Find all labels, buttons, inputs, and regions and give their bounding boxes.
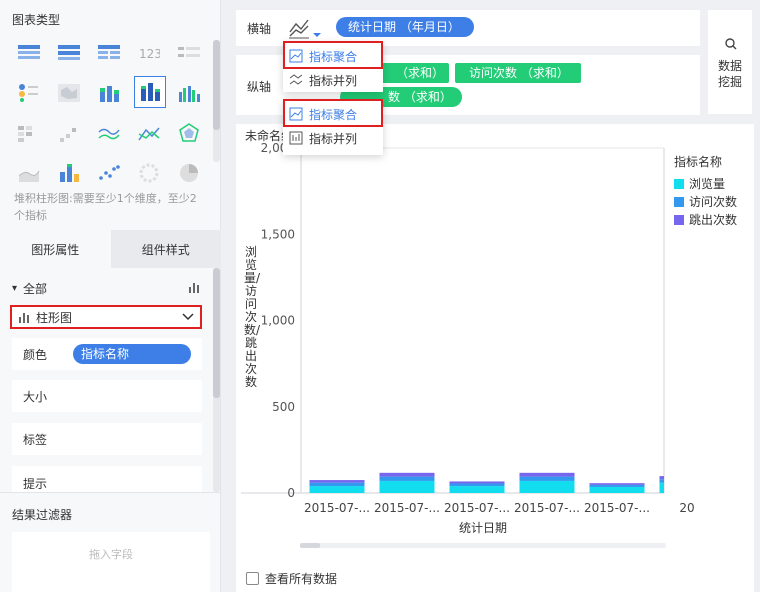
pie-icon[interactable] <box>174 158 204 188</box>
y-field-pill-1[interactable]: （求和） <box>382 63 449 83</box>
dot-list-icon[interactable] <box>14 78 44 108</box>
legend-label: 访问次数 <box>689 195 738 209</box>
tab-graphic-properties[interactable]: 图形属性 <box>0 230 111 268</box>
step-bar-icon[interactable] <box>54 118 84 148</box>
left-panel: 图表类型 123 堆积柱形图:需要至少1个维度，至少2个指标 图形属性 组件样式… <box>0 0 221 592</box>
legend-swatch <box>674 196 684 207</box>
filter-drop-zone[interactable]: 拖入字段 <box>12 532 210 592</box>
x-field-pill[interactable]: 统计日期 （年月日） <box>336 17 474 37</box>
x-aggregate-dropdown: 指标聚合 指标并列 <box>283 42 383 92</box>
x-option-parallel-label: 指标并列 <box>309 73 358 88</box>
tab-component-style[interactable]: 组件样式 <box>110 230 221 268</box>
bar-chart-small-icon[interactable] <box>188 281 200 296</box>
aggregate-toggle-x[interactable] <box>288 16 322 43</box>
scatter-icon[interactable] <box>94 158 124 188</box>
data-mining-panel[interactable]: 数据挖掘 <box>708 10 752 114</box>
cross-table-icon[interactable] <box>94 38 124 68</box>
prop-tooltip-label: 提示 <box>23 477 48 491</box>
prop-color-label: 颜色 <box>23 347 48 362</box>
result-filter-title: 结果过滤器 <box>12 508 73 522</box>
chevron-down-icon <box>182 310 194 325</box>
all-label: 全部 <box>23 281 48 296</box>
chart-type-scrollbar[interactable] <box>213 40 220 162</box>
legend-label: 跳出次数 <box>689 213 738 227</box>
prop-color[interactable]: 颜色 指标名称 <box>12 338 202 370</box>
legend-swatch <box>674 178 684 189</box>
drop-placeholder: 拖入字段 <box>89 548 133 561</box>
text-list-icon[interactable] <box>174 38 204 68</box>
zoom-icon <box>725 38 737 53</box>
combo-bar-icon[interactable] <box>54 158 84 188</box>
stacked-bar-small-icon[interactable] <box>94 78 124 108</box>
data-mining-label: 数据挖掘 <box>718 59 743 89</box>
property-scrollbar[interactable] <box>213 268 220 492</box>
y-axis-label: 纵轴 <box>247 80 272 94</box>
stacked-bar-icon[interactable] <box>134 76 166 108</box>
parallel-bars-icon <box>289 131 303 145</box>
chart-select-label: 柱形图 <box>36 310 73 325</box>
radar-icon[interactable] <box>174 118 204 148</box>
map-icon[interactable] <box>54 78 84 108</box>
legend-item[interactable]: 浏览量 <box>674 175 725 192</box>
bubble-icon[interactable] <box>134 158 164 188</box>
all-row[interactable]: ▾ 全部 <box>12 278 204 298</box>
multi-bar-icon[interactable] <box>174 78 204 108</box>
prop-size-label: 大小 <box>23 389 48 404</box>
y-option-parallel-label: 指标并列 <box>309 131 358 146</box>
x-option-aggregate-label: 指标聚合 <box>309 49 358 64</box>
legend-label: 浏览量 <box>689 177 726 191</box>
line-icon[interactable] <box>94 118 124 148</box>
legend-title: 指标名称 <box>674 155 723 169</box>
legend-swatch <box>674 214 684 225</box>
prop-size[interactable]: 大小 <box>12 380 202 412</box>
chart-type-select[interactable]: 柱形图 <box>10 305 202 329</box>
area-icon[interactable] <box>14 158 44 188</box>
y-option-aggregate[interactable]: 指标聚合 <box>283 102 383 126</box>
aggregate-icon <box>289 49 303 63</box>
number-icon[interactable]: 123 <box>134 38 164 68</box>
property-tabs: 图形属性 组件样式 <box>0 230 221 268</box>
y-option-aggregate-label: 指标聚合 <box>309 107 358 122</box>
chart-type-title: 图表类型 <box>12 13 61 27</box>
show-all-label: 查看所有数据 <box>265 572 338 586</box>
y-option-parallel[interactable]: 指标并列 <box>283 126 383 150</box>
caret-down-icon: ▾ <box>12 282 18 294</box>
table-icon[interactable] <box>14 38 44 68</box>
y-field-pill-2[interactable]: 访问次数 （求和） <box>455 63 581 83</box>
svg-text:123: 123 <box>139 47 160 61</box>
prop-label[interactable]: 标签 <box>12 423 202 455</box>
line-chart-mode-icon <box>289 19 321 39</box>
x-axis-label: 横轴 <box>247 22 272 36</box>
divider <box>0 492 221 493</box>
x-option-parallel[interactable]: 指标并列 <box>283 68 383 92</box>
chart-type-hint: 堆积柱形图:需要至少1个维度，至少2个指标 <box>14 192 197 222</box>
heat-grid-icon[interactable] <box>14 118 44 148</box>
show-all-data-row[interactable]: 查看所有数据 <box>246 570 337 587</box>
aggregate-icon <box>289 107 303 121</box>
radar-line-icon[interactable] <box>134 118 164 148</box>
y-aggregate-dropdown: 指标聚合 指标并列 <box>283 99 383 155</box>
parallel-icon <box>289 73 303 87</box>
prop-tooltip[interactable]: 提示 <box>12 466 202 492</box>
color-field-pill[interactable]: 指标名称 <box>73 344 191 364</box>
legend-item[interactable]: 访问次数 <box>674 193 737 210</box>
group-table-icon[interactable] <box>54 38 84 68</box>
legend-item[interactable]: 跳出次数 <box>674 211 737 228</box>
show-all-checkbox[interactable] <box>246 572 259 585</box>
prop-label-label: 标签 <box>23 432 48 447</box>
bar-chart-icon <box>18 311 30 323</box>
y-axis-title: 浏览量/访问次数/跳出次数 <box>244 245 261 389</box>
x-option-aggregate[interactable]: 指标聚合 <box>283 44 383 68</box>
